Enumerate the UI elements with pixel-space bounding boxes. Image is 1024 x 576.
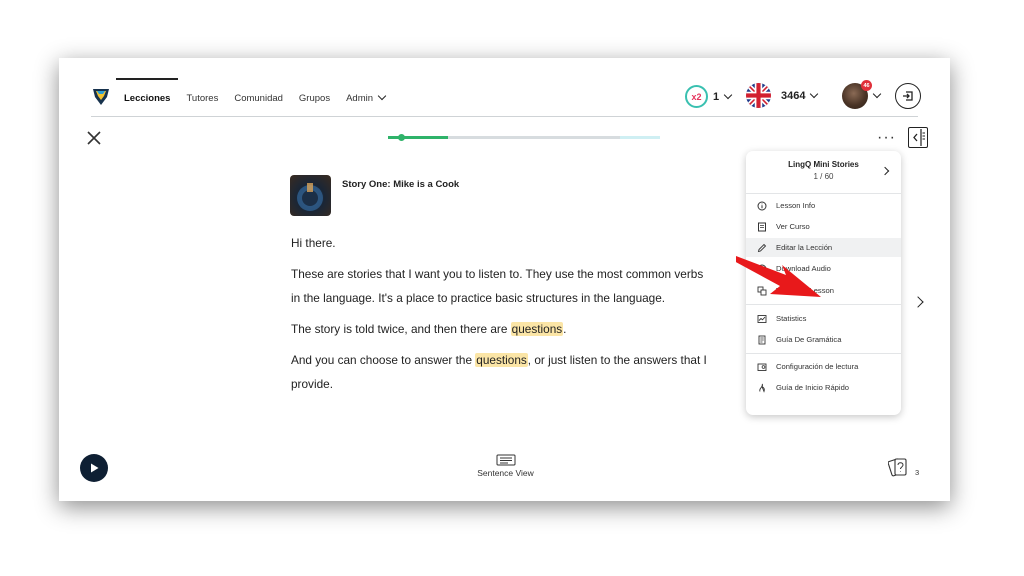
course-icon xyxy=(758,222,766,231)
menu-item-statistics[interactable]: Statistics xyxy=(746,309,901,328)
play-audio-button[interactable] xyxy=(80,454,108,482)
flashcards-icon xyxy=(888,458,907,477)
uk-flag-icon xyxy=(746,83,771,108)
nav-links: Lecciones Tutores Comunidad Grupos Admin xyxy=(116,78,393,116)
lingq-count: 3464 xyxy=(781,89,806,102)
progress-remaining xyxy=(620,136,660,139)
lingq-reader-window: Lecciones Tutores Comunidad Grupos Admin… xyxy=(59,58,950,501)
header-divider xyxy=(91,116,918,117)
language-dropdown[interactable]: 3464 xyxy=(746,83,819,108)
grammar-guide-icon xyxy=(758,335,766,344)
nav-grupos[interactable]: Grupos xyxy=(291,80,338,116)
chevron-down-icon xyxy=(377,91,387,101)
sentence-view-button[interactable]: Sentence View xyxy=(459,454,552,478)
next-page-arrow[interactable] xyxy=(912,296,924,308)
chevron-down-icon xyxy=(872,89,882,99)
progress-fill xyxy=(388,136,448,139)
menu-divider xyxy=(746,193,901,194)
text-run: . xyxy=(563,322,567,336)
lesson-text: Hi there. These are stories that I want … xyxy=(291,231,711,403)
menu-item-lesson-info[interactable]: Lesson Info xyxy=(746,196,901,215)
profile-dropdown[interactable]: 46 xyxy=(842,80,882,109)
chevron-down-icon xyxy=(810,89,819,98)
annotation-arrow-icon xyxy=(736,256,821,297)
nav-comunidad[interactable]: Comunidad xyxy=(226,80,291,116)
exit-button[interactable] xyxy=(895,83,921,109)
menu-item-label: Configuración de lectura xyxy=(776,362,859,371)
chevron-down-icon xyxy=(723,90,733,99)
nav-tutores[interactable]: Tutores xyxy=(178,80,226,116)
nav-admin[interactable]: Admin xyxy=(338,80,393,116)
paragraph: These are stories that I want you to lis… xyxy=(291,267,704,305)
menu-item-label: Guía De Gramática xyxy=(776,335,842,344)
play-icon xyxy=(91,463,99,473)
menu-divider xyxy=(746,353,901,354)
course-header[interactable]: LingQ Mini Stories 1 / 60 xyxy=(746,151,901,192)
more-options-icon[interactable]: ··· xyxy=(877,129,896,147)
info-icon xyxy=(757,201,767,210)
lesson-title: Story One: Mike is a Cook xyxy=(342,179,460,190)
lingq-word[interactable]: questions xyxy=(510,322,564,336)
menu-item-label: Editar la Lección xyxy=(776,243,833,252)
menu-divider xyxy=(746,304,901,305)
progress-marker xyxy=(398,134,405,141)
menu-item-label: Statistics xyxy=(776,314,807,323)
sidebar-icon xyxy=(913,129,925,146)
text-run: And you can choose to answer the xyxy=(291,353,476,367)
nav-admin-label: Admin xyxy=(346,92,374,104)
menu-item-configuracion-lectura[interactable]: Configuración de lectura xyxy=(746,357,901,376)
nav-lecciones[interactable]: Lecciones xyxy=(116,78,179,116)
flashcards-count: 3 xyxy=(915,468,920,477)
sentence-view-icon xyxy=(496,454,515,466)
statistics-icon xyxy=(757,314,767,323)
paragraph: And you can choose to answer the questio… xyxy=(291,348,711,396)
menu-item-label: Guía de Inicio Rápido xyxy=(776,383,850,392)
top-navigation: Lecciones Tutores Comunidad Grupos Admin… xyxy=(59,58,950,116)
menu-item-guia-inicio-rapido[interactable]: Guía de Inicio Rápido xyxy=(746,378,901,397)
streak-badge: x2 xyxy=(685,85,708,108)
lesson-progress-bar xyxy=(388,134,660,141)
pencil-icon xyxy=(757,243,767,252)
streak-count: 1 xyxy=(713,90,720,103)
sentence-view-label: Sentence View xyxy=(477,468,534,478)
paragraph: The story is told twice, and then there … xyxy=(291,317,711,341)
menu-item-ver-curso[interactable]: Ver Curso xyxy=(746,217,901,236)
menu-item-label: Lesson Info xyxy=(776,201,816,210)
sidebar-toggle-button[interactable] xyxy=(908,127,928,148)
lingq-logo-icon[interactable] xyxy=(91,85,111,107)
menu-item-label: Ver Curso xyxy=(776,222,810,231)
avatar: 46 xyxy=(842,80,872,109)
close-lesson-button[interactable] xyxy=(86,130,102,146)
quick-start-icon xyxy=(759,383,765,393)
menu-item-guia-gramatica[interactable]: Guía De Gramática xyxy=(746,330,901,349)
lesson-thumbnail xyxy=(290,175,331,216)
notification-badge: 46 xyxy=(861,80,872,91)
flashcards-button[interactable]: 3 xyxy=(888,456,919,480)
course-title: LingQ Mini Stories xyxy=(788,160,859,169)
text-run: The story is told twice, and then there … xyxy=(291,322,511,336)
course-lesson-count: 1 / 60 xyxy=(813,172,834,181)
paragraph: Hi there. xyxy=(291,236,336,250)
streak-dropdown[interactable]: x2 1 xyxy=(685,85,733,108)
exit-icon xyxy=(903,91,913,101)
lingq-word[interactable]: questions xyxy=(475,353,528,367)
reading-settings-icon xyxy=(757,363,767,371)
